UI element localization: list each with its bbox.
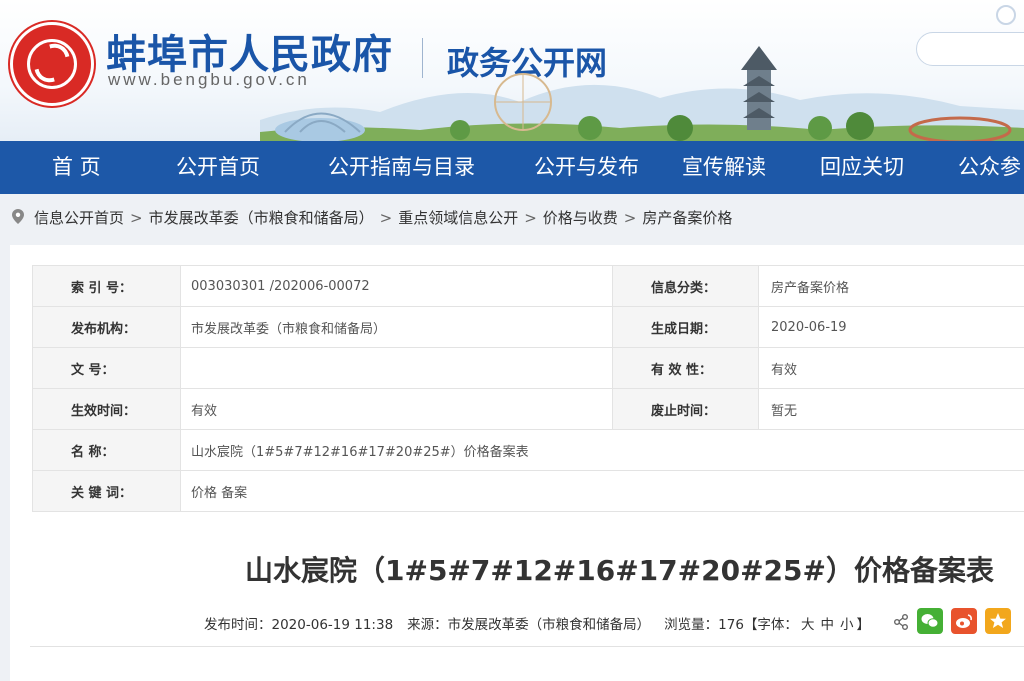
weibo-share-button[interactable] bbox=[951, 608, 977, 634]
nav-open-home[interactable]: 公开首页 bbox=[176, 141, 260, 194]
share-icon[interactable] bbox=[893, 614, 909, 630]
views-count: 176 bbox=[718, 617, 744, 633]
breadcrumb-current[interactable]: 房产备案价格 bbox=[642, 209, 732, 227]
nav-publish[interactable]: 公开与发布 bbox=[534, 141, 639, 194]
site-header: 蚌埠市人民政府 www.bengbu.gov.cn 政务公开网 bbox=[0, 0, 1024, 141]
font-size-close: 】 bbox=[856, 617, 870, 633]
index-label: 索 引 号： bbox=[32, 265, 181, 307]
breadcrumb-separator: > bbox=[524, 209, 537, 227]
nav-interpretation[interactable]: 宣传解读 bbox=[682, 141, 766, 194]
category-label: 信息分类： bbox=[612, 265, 759, 307]
table-row: 文 号： 有 效 性： 有效 bbox=[32, 347, 1024, 389]
effective-value: 有效 bbox=[180, 388, 613, 430]
nav-public-participation[interactable]: 公众参 bbox=[958, 141, 1021, 194]
abolish-label: 废止时间： bbox=[612, 388, 759, 430]
breadcrumb: 信息公开首页 > 市发展改革委（市粮食和储备局） > 重点领域信息公开 > 价格与收费 > 房产… bbox=[12, 207, 732, 233]
user-icon[interactable] bbox=[996, 5, 1016, 25]
city-skyline-illustration bbox=[260, 46, 1024, 141]
breadcrumb-separator: > bbox=[130, 209, 143, 227]
font-size-label: 【字体： bbox=[743, 617, 798, 633]
keywords-label: 关 键 词： bbox=[32, 470, 181, 512]
main-nav: 首 页 公开首页 公开指南与目录 公开与发布 宣传解读 回应关切 公众参 bbox=[0, 141, 1024, 194]
category-value: 房产备案价格 bbox=[758, 265, 1024, 307]
effective-label: 生效时间： bbox=[32, 388, 181, 430]
validity-value: 有效 bbox=[758, 347, 1024, 389]
breadcrumb-separator: > bbox=[623, 209, 637, 227]
content-divider bbox=[30, 646, 1024, 647]
table-row: 索 引 号： 003030301 /202006-00072 信息分类： 房产备… bbox=[32, 265, 1024, 307]
publish-time-value: 2020-06-19 11:38 bbox=[271, 617, 394, 633]
source-label: 来源： bbox=[407, 617, 448, 633]
favorite-icon bbox=[990, 613, 1006, 628]
wechat-icon bbox=[921, 614, 939, 628]
table-row: 生效时间： 有效 废止时间： 暂无 bbox=[32, 388, 1024, 430]
location-pin-icon bbox=[12, 209, 24, 224]
date-value: 2020-06-19 bbox=[758, 306, 1024, 348]
font-small-button[interactable]: 小 bbox=[840, 617, 854, 633]
breadcrumb-link-price-fees[interactable]: 价格与收费 bbox=[543, 209, 618, 227]
font-large-button[interactable]: 大 bbox=[801, 617, 815, 633]
nav-response[interactable]: 回应关切 bbox=[820, 141, 904, 194]
document-info-bar: 发布时间：2020-06-19 11:38 来源：市发展改革委（市粮食和储备局） 浏… bbox=[204, 613, 870, 633]
abolish-value: 暂无 bbox=[758, 388, 1024, 430]
docno-label: 文 号： bbox=[32, 347, 181, 389]
validity-label: 有 效 性： bbox=[612, 347, 759, 389]
font-medium-button[interactable]: 中 bbox=[820, 617, 834, 633]
name-value: 山水宸院（1#5#7#12#16#17#20#25#）价格备案表 bbox=[180, 429, 1024, 471]
source-value: 市发展改革委（市粮食和储备局） bbox=[447, 617, 651, 633]
breadcrumb-link-department[interactable]: 市发展改革委（市粮食和储备局） bbox=[149, 209, 374, 227]
breadcrumb-link-info-home[interactable]: 信息公开首页 bbox=[34, 209, 124, 227]
publisher-label: 发布机构： bbox=[32, 306, 181, 348]
views-label: 浏览量： bbox=[664, 617, 719, 633]
breadcrumb-link-key-areas[interactable]: 重点领域信息公开 bbox=[398, 209, 518, 227]
weibo-icon bbox=[956, 614, 972, 628]
publisher-value: 市发展改革委（市粮食和储备局） bbox=[180, 306, 613, 348]
breadcrumb-separator: > bbox=[379, 209, 393, 227]
document-metadata-table: 索 引 号： 003030301 /202006-00072 信息分类： 房产备… bbox=[32, 265, 1024, 512]
index-value: 003030301 /202006-00072 bbox=[180, 265, 613, 307]
nav-home[interactable]: 首 页 bbox=[52, 141, 101, 194]
favorite-button[interactable] bbox=[985, 608, 1011, 634]
table-row: 名 称： 山水宸院（1#5#7#12#16#17#20#25#）价格备案表 bbox=[32, 429, 1024, 471]
document-title: 山水宸院（1#5#7#12#16#17#20#25#）价格备案表 bbox=[245, 554, 994, 587]
date-label: 生成日期： bbox=[612, 306, 759, 348]
keywords-value: 价格 备案 bbox=[180, 470, 1024, 512]
wechat-share-button[interactable] bbox=[917, 608, 943, 634]
nav-guide-catalog[interactable]: 公开指南与目录 bbox=[328, 141, 475, 194]
publish-time-label: 发布时间： bbox=[204, 617, 272, 633]
table-row: 发布机构： 市发展改革委（市粮食和储备局） 生成日期： 2020-06-19 bbox=[32, 306, 1024, 348]
city-emblem-logo[interactable] bbox=[10, 22, 94, 106]
docno-value bbox=[180, 347, 613, 389]
table-row: 关 键 词： 价格 备案 bbox=[32, 470, 1024, 512]
name-label: 名 称： bbox=[32, 429, 181, 471]
